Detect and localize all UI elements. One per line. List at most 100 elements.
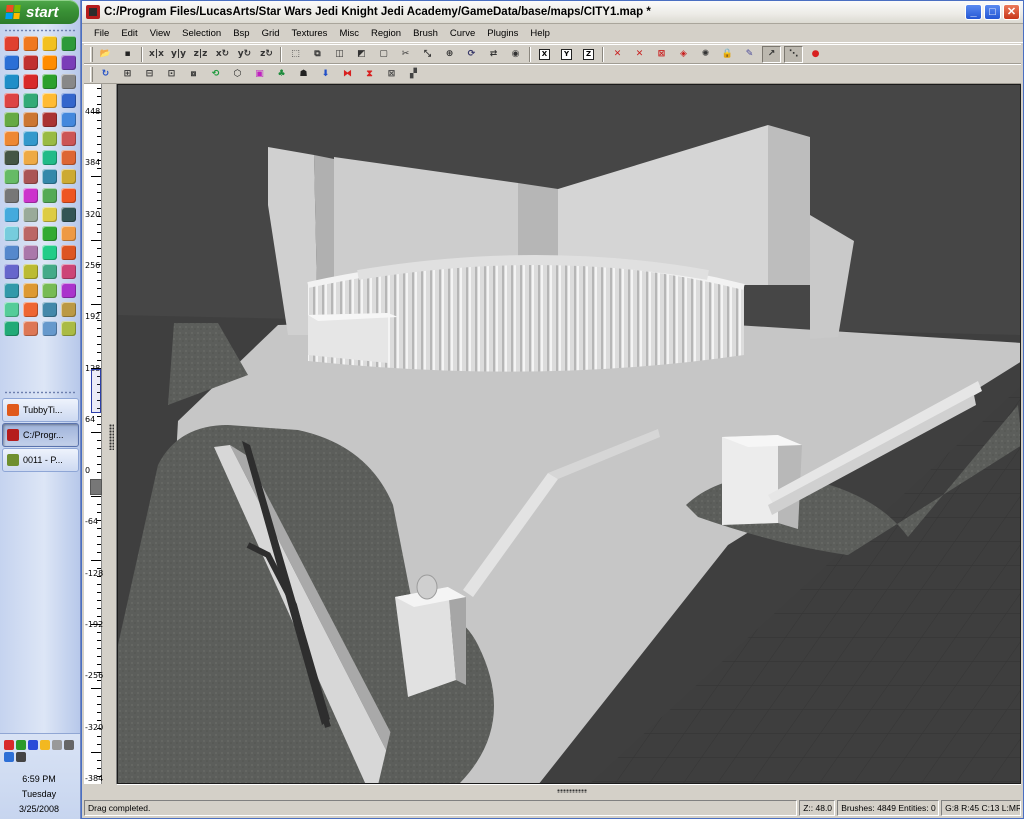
tray-icon[interactable]	[4, 752, 14, 762]
viewport-splitter[interactable]	[117, 784, 1021, 798]
quicklaunch-app-icon[interactable]	[4, 131, 19, 146]
quicklaunch-app-icon[interactable]	[23, 226, 38, 241]
quicklaunch-app-icon[interactable]	[23, 36, 38, 51]
z-camera-marker[interactable]	[90, 479, 102, 495]
toolbar-handle[interactable]	[90, 46, 93, 62]
quicklaunch-app-icon[interactable]	[42, 131, 57, 146]
quicklaunch-app-icon[interactable]	[4, 245, 19, 260]
filter-clip-button[interactable]: ⊠	[652, 46, 671, 63]
quicklaunch-app-icon[interactable]	[23, 93, 38, 108]
quicklaunch-app-icon[interactable]	[61, 36, 76, 51]
tray-icon[interactable]	[16, 752, 26, 762]
snap-button[interactable]: ⊕	[440, 46, 459, 63]
quicklaunch-app-icon[interactable]	[4, 150, 19, 165]
view-y-button[interactable]: Y	[557, 46, 576, 63]
quicklaunch-app-icon[interactable]	[23, 321, 38, 336]
quicklaunch-app-icon[interactable]	[23, 302, 38, 317]
quicklaunch-app-icon[interactable]	[4, 112, 19, 127]
patch-split-button[interactable]: ⧗	[360, 66, 379, 83]
quicklaunch-app-icon[interactable]	[4, 55, 19, 70]
menu-plugins[interactable]: Plugins	[487, 28, 518, 39]
menu-file[interactable]: File	[94, 28, 109, 39]
flip-z-button[interactable]: z|z	[191, 46, 210, 63]
quicklaunch-app-icon[interactable]	[42, 302, 57, 317]
patch-matrix-button[interactable]: ⊠	[382, 66, 401, 83]
change-views-button[interactable]: ⇄	[484, 46, 503, 63]
quicklaunch-app-icon[interactable]	[42, 245, 57, 260]
clock[interactable]: 6:59 PM Tuesday 3/25/2008	[0, 772, 78, 817]
splitter-grip[interactable]	[557, 789, 587, 793]
quicklaunch-app-icon[interactable]	[23, 169, 38, 184]
patch-texture-button[interactable]: ▣	[250, 66, 269, 83]
quicklaunch-app-icon[interactable]	[23, 283, 38, 298]
close-button[interactable]: ✕	[1003, 4, 1020, 20]
quicklaunch-app-icon[interactable]	[42, 36, 57, 51]
quicklaunch-app-icon[interactable]	[42, 188, 57, 203]
quicklaunch-app-icon[interactable]	[42, 226, 57, 241]
patch-rotate-button[interactable]: ⟲	[206, 66, 225, 83]
view-x-button[interactable]: X	[535, 46, 554, 63]
quicklaunch-app-icon[interactable]	[23, 55, 38, 70]
quicklaunch-app-icon[interactable]	[61, 321, 76, 336]
quicklaunch-app-icon[interactable]	[23, 207, 38, 222]
quicklaunch-app-icon[interactable]	[61, 245, 76, 260]
patch-tool-button[interactable]: ✎	[740, 46, 759, 63]
patch-invert-button[interactable]: ⬇	[316, 66, 335, 83]
quicklaunch-app-icon[interactable]	[42, 207, 57, 222]
quicklaunch-app-icon[interactable]	[42, 93, 57, 108]
quicklaunch-app-icon[interactable]	[23, 112, 38, 127]
quicklaunch-app-icon[interactable]	[42, 74, 57, 89]
hollow-button[interactable]: ▢	[374, 46, 393, 63]
quicklaunch-app-icon[interactable]	[23, 245, 38, 260]
menu-view[interactable]: View	[150, 28, 170, 39]
quicklaunch-app-icon[interactable]	[42, 283, 57, 298]
toolbar-handle[interactable]	[90, 66, 93, 82]
patch-weld-button[interactable]: ▞	[404, 66, 423, 83]
rotate-z-button[interactable]: z↻	[257, 46, 276, 63]
tray-icon[interactable]	[28, 740, 38, 750]
quicklaunch-app-icon[interactable]	[42, 112, 57, 127]
quicklaunch-app-icon[interactable]	[61, 150, 76, 165]
quicklaunch-app-icon[interactable]	[61, 74, 76, 89]
quicklaunch-app-icon[interactable]	[42, 264, 57, 279]
patch-cap-button[interactable]: ☗	[294, 66, 313, 83]
quicklaunch-grip[interactable]	[4, 29, 76, 32]
filter-caulk-button[interactable]: ◈	[674, 46, 693, 63]
flip-y-button[interactable]: y|y	[169, 46, 188, 63]
quicklaunch-app-icon[interactable]	[4, 264, 19, 279]
z-selection-marker[interactable]	[91, 369, 101, 413]
flip-x-button[interactable]: x|x	[147, 46, 166, 63]
start-button[interactable]: start	[0, 0, 79, 24]
view-z-button[interactable]: Z	[579, 46, 598, 63]
quicklaunch-app-icon[interactable]	[23, 264, 38, 279]
rotate-tool-button[interactable]: ⟳	[462, 46, 481, 63]
tray-icon[interactable]	[4, 740, 14, 750]
tray-icon[interactable]	[52, 740, 62, 750]
save-button[interactable]: ▪	[118, 46, 137, 63]
menu-selection[interactable]: Selection	[182, 28, 221, 39]
patch-mirror-button[interactable]: ⧓	[338, 66, 357, 83]
taskbar-button[interactable]: TubbyTi...	[2, 398, 79, 422]
maximize-button[interactable]: □	[984, 4, 1001, 20]
patch-cylinder-button[interactable]: ⊞	[118, 66, 137, 83]
quicklaunch-app-icon[interactable]	[42, 150, 57, 165]
menu-bsp[interactable]: Bsp	[233, 28, 249, 39]
rotate-y-button[interactable]: y↻	[235, 46, 254, 63]
camera-viewport[interactable]	[117, 84, 1021, 784]
csg-merge-button[interactable]: ◩	[352, 46, 371, 63]
quicklaunch-app-icon[interactable]	[42, 169, 57, 184]
z-view[interactable]: 448 384 320 256 192 128 64 0 -64 -128 -192 -256 -320…	[83, 84, 117, 784]
quicklaunch-app-icon[interactable]	[61, 169, 76, 184]
select-touching-button[interactable]: ⬚	[286, 46, 305, 63]
tray-icon[interactable]	[40, 740, 50, 750]
quicklaunch-app-icon[interactable]	[61, 283, 76, 298]
app-icon[interactable]	[86, 5, 100, 19]
camera-button[interactable]: ◉	[506, 46, 525, 63]
quicklaunch-app-icon[interactable]	[61, 112, 76, 127]
texture-lock-button[interactable]: 🔒	[718, 46, 737, 63]
curve-tool-button[interactable]: ↻	[96, 66, 115, 83]
tray-icon[interactable]	[64, 740, 74, 750]
menu-grid[interactable]: Grid	[262, 28, 280, 39]
clipper-button[interactable]: ✂	[396, 46, 415, 63]
menu-help[interactable]: Help	[530, 28, 550, 39]
